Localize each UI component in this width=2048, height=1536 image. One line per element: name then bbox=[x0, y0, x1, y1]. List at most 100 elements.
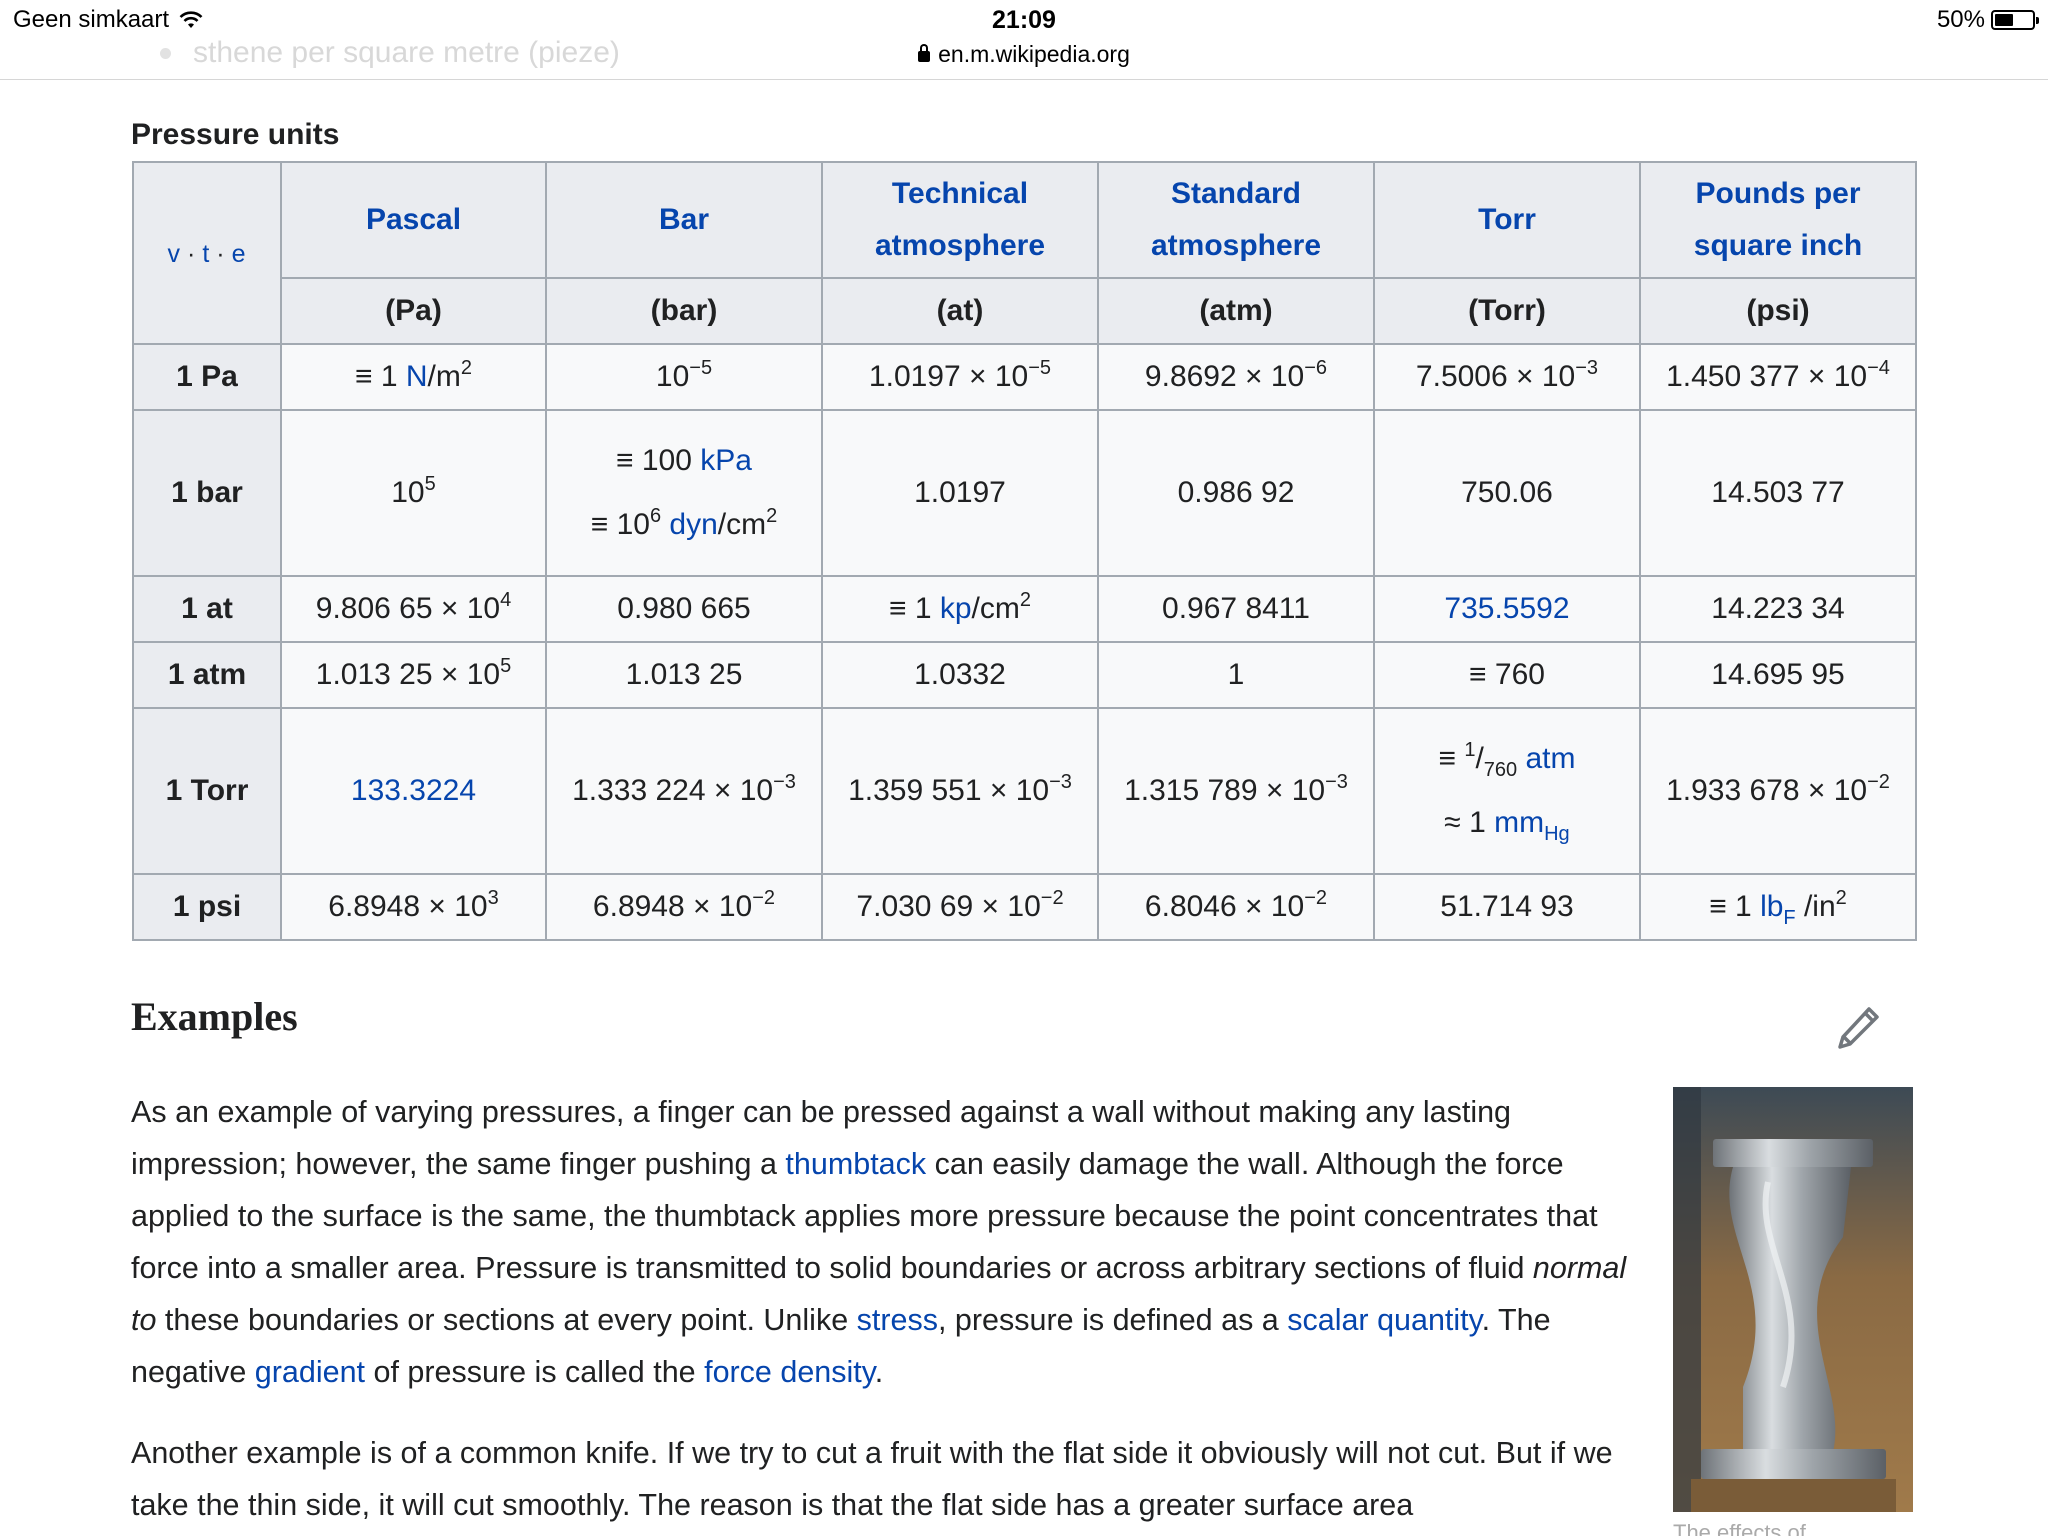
pound-force-link[interactable]: lbF bbox=[1760, 890, 1796, 928]
mmhg-link[interactable]: mmHg bbox=[1494, 806, 1570, 844]
exponent: −2 bbox=[1040, 887, 1064, 909]
header-line: atmosphere bbox=[1150, 229, 1322, 262]
torr-link[interactable]: Torr bbox=[1478, 203, 1536, 236]
table-cell: 7.5006 × 10−3 bbox=[1373, 343, 1641, 411]
exponent: −3 bbox=[1575, 357, 1599, 379]
psi-link[interactable]: Pounds per square inch bbox=[1694, 177, 1862, 262]
table-cell: ≡ 1 lbF /in2 bbox=[1639, 873, 1917, 941]
table-cell: 750.06 bbox=[1373, 409, 1641, 577]
table-row: 1 at 9.806 65 × 104 0.980 665 ≡ 1 kp/cm2… bbox=[132, 575, 1917, 643]
figure-caption: The effects of bbox=[1673, 1520, 1806, 1536]
table-cell: ≡ 1/760 atm ≈ 1 mmHg bbox=[1373, 707, 1641, 875]
exponent: −6 bbox=[1304, 357, 1328, 379]
column-header-standard-atmosphere: Standard atmosphere bbox=[1097, 161, 1375, 279]
table-cell: 1.933 678 × 10−2 bbox=[1639, 707, 1917, 875]
symbol-pascal: (Pa) bbox=[280, 277, 547, 345]
gradient-link[interactable]: gradient bbox=[255, 1355, 365, 1389]
exponent: −3 bbox=[773, 771, 796, 793]
subscript: F bbox=[1783, 907, 1796, 929]
pencil-edit-icon[interactable] bbox=[1834, 1002, 1884, 1052]
table-row: 1 Torr 133.3224 1.333 224 × 10−3 1.359 5… bbox=[132, 707, 1917, 875]
kilopond-link[interactable]: kp bbox=[940, 592, 972, 625]
scalar-quantity-link[interactable]: scalar quantity bbox=[1287, 1303, 1481, 1337]
table-cell: 133.3224 bbox=[280, 707, 547, 875]
superscript: 2 bbox=[766, 505, 778, 527]
exponent: −5 bbox=[689, 357, 713, 379]
scrolled-list-text: sthene per square metre (pieze) bbox=[193, 36, 620, 69]
table-cell: 14.223 34 bbox=[1639, 575, 1917, 643]
exponent: −2 bbox=[1304, 887, 1328, 909]
table-row: 1 psi 6.8948 × 103 6.8948 × 10−2 7.030 6… bbox=[132, 873, 1917, 941]
torr-value-link[interactable]: 735.5592 bbox=[1444, 592, 1569, 625]
navbar-cell: v · t · e bbox=[132, 161, 282, 345]
cell-text: 1.933 678 × 10 bbox=[1666, 774, 1868, 807]
cell-text: /cm bbox=[971, 592, 1020, 625]
cell-line: ≈ 1 mmHg bbox=[1381, 791, 1633, 855]
clock: 21:09 bbox=[992, 6, 1056, 34]
exponent: 6 bbox=[649, 505, 662, 527]
exponent: 5 bbox=[424, 473, 436, 495]
row-header: 1 atm bbox=[132, 641, 282, 709]
row-header: 1 bar bbox=[132, 409, 282, 577]
table-cell: 0.980 665 bbox=[545, 575, 823, 643]
paragraph-text: , pressure is defined as a bbox=[937, 1303, 1288, 1337]
cell-text: 1.013 25 × 10 bbox=[315, 658, 501, 691]
table-cell: 1.0197 bbox=[821, 409, 1099, 577]
cell-line: ≡ 106 dyn/cm2 bbox=[553, 493, 815, 557]
table-cell: 6.8046 × 10−2 bbox=[1097, 873, 1375, 941]
table-cell: 1.013 25 bbox=[545, 641, 823, 709]
battery-icon bbox=[1991, 10, 2039, 30]
exponent: −2 bbox=[752, 887, 776, 909]
symbol-at: (at) bbox=[821, 277, 1099, 345]
subscript: Hg bbox=[1544, 823, 1570, 845]
cell-text: ≡ 1 bbox=[355, 360, 406, 393]
stress-link[interactable]: stress bbox=[857, 1303, 938, 1337]
atm-link[interactable]: atm bbox=[1526, 742, 1576, 775]
table-cell: 1.0197 × 10−5 bbox=[821, 343, 1099, 411]
talk-template-link[interactable]: t bbox=[202, 240, 210, 268]
pascal-link[interactable]: Pascal bbox=[366, 203, 461, 236]
pascal-value-link[interactable]: 133.3224 bbox=[351, 774, 476, 807]
cell-text: 6.8046 × 10 bbox=[1144, 890, 1305, 923]
row-header: 1 Torr bbox=[132, 707, 282, 875]
view-template-link[interactable]: v bbox=[167, 240, 181, 268]
cell-text: 6.8948 × 10 bbox=[592, 890, 753, 923]
exponent: 3 bbox=[487, 887, 499, 909]
thumbtack-link[interactable]: thumbtack bbox=[785, 1147, 926, 1181]
table-cell: 9.8692 × 10−6 bbox=[1097, 343, 1375, 411]
exponent: 5 bbox=[500, 655, 512, 677]
table-cell: 51.714 93 bbox=[1373, 873, 1641, 941]
figure-image-compressed-column[interactable] bbox=[1673, 1087, 1913, 1512]
cell-text: ≡ 1 bbox=[889, 592, 940, 625]
table-cell: 1 bbox=[1097, 641, 1375, 709]
column-header-pascal: Pascal bbox=[280, 161, 547, 279]
row-header: 1 at bbox=[132, 575, 282, 643]
fraction-denominator: 760 bbox=[1483, 759, 1518, 781]
exponent: −5 bbox=[1028, 357, 1052, 379]
section-heading-examples: Examples bbox=[131, 994, 298, 1039]
cell-text: 7.030 69 × 10 bbox=[856, 890, 1041, 923]
kilopascal-link[interactable]: kPa bbox=[700, 444, 752, 477]
table-cell: ≡ 1 kp/cm2 bbox=[821, 575, 1099, 643]
url-text[interactable]: en.m.wikipedia.org bbox=[938, 41, 1130, 67]
force-density-link[interactable]: force density bbox=[704, 1355, 875, 1389]
edit-template-link[interactable]: e bbox=[232, 240, 247, 268]
standard-atmosphere-link[interactable]: Standard atmosphere bbox=[1151, 177, 1321, 262]
symbol-bar: (bar) bbox=[545, 277, 823, 345]
table-cell: 1.450 377 × 10−4 bbox=[1639, 343, 1917, 411]
bar-link[interactable]: Bar bbox=[659, 203, 709, 236]
link-text: mm bbox=[1494, 806, 1545, 839]
technical-atmosphere-link[interactable]: Technical atmosphere bbox=[875, 177, 1045, 262]
exponent: 4 bbox=[500, 589, 512, 611]
header-row: v · t · e Pascal Bar Technical atmosphere Sta… bbox=[132, 161, 1917, 345]
newton-link[interactable]: N bbox=[406, 360, 428, 393]
cell-text: ≡ 10 bbox=[590, 508, 650, 541]
symbol-torr: (Torr) bbox=[1373, 277, 1641, 345]
header-line: atmosphere bbox=[874, 229, 1046, 262]
navbar-links: v · t · e bbox=[167, 240, 247, 268]
column-header-technical-atmosphere: Technical atmosphere bbox=[821, 161, 1099, 279]
table-cell: 1.359 551 × 10−3 bbox=[821, 707, 1099, 875]
cell-text: ≈ 1 bbox=[1444, 806, 1495, 839]
table-row: 1 Pa ≡ 1 N/m2 10−5 1.0197 × 10−5 9.8692 … bbox=[132, 343, 1917, 411]
dyne-link[interactable]: dyn bbox=[669, 508, 717, 541]
